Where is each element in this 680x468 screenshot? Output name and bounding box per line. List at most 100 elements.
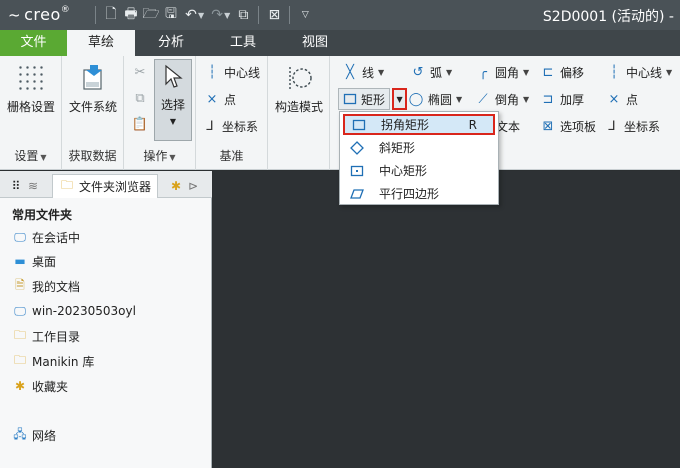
tab-file[interactable]: 文件 (0, 30, 67, 56)
folder-in-session[interactable]: 🖵 在会话中 (12, 227, 80, 247)
redo-dropdown-icon[interactable]: ▼ (224, 11, 230, 20)
folder-network[interactable]: 🖧 网络 (12, 425, 56, 445)
print-icon[interactable]: 🖶 (121, 5, 141, 25)
ellipse-button[interactable]: ◯ 椭圆 ▼ (408, 89, 462, 109)
folder-my-documents[interactable]: 🗎 我的文档 (12, 276, 80, 296)
chevron-down-icon: ▼ (378, 67, 385, 77)
chevron-down-icon: ▼ (446, 67, 453, 77)
datum-centerline-button[interactable]: ┆ 中心线 (204, 62, 260, 82)
menu-item-corner-rectangle[interactable]: 拐角矩形 R (343, 114, 495, 135)
folder-working-directory[interactable]: 🗀 工作目录 (12, 326, 80, 346)
tab-analysis[interactable]: 分析 (135, 30, 207, 56)
app-logo: ~ creo® (8, 5, 71, 24)
paste-icon[interactable]: 📋 (132, 114, 152, 134)
chevron-down-icon: ▼ (40, 153, 47, 162)
monitor-icon: 🖵 (14, 229, 26, 244)
chevron-down-icon: ▼ (396, 94, 403, 104)
folder-desktop[interactable]: ▬ 桌面 (12, 251, 56, 271)
regenerate-icon[interactable]: ⧉ (233, 5, 253, 25)
datum-coord-sys-button[interactable]: ⅃ 坐标系 (202, 116, 258, 136)
group-setup: 栅格设置 设置 ▼ (0, 56, 62, 170)
desktop-icon: ▬ (14, 254, 26, 268)
arc-icon: ↺ (412, 64, 424, 80)
rectangle-split-button: 矩形 ▼ (338, 88, 408, 110)
tab-favorites[interactable]: ✱ ⊳ (168, 174, 198, 198)
cursor-arrow-icon (165, 64, 183, 88)
file-system-icon (83, 65, 102, 90)
file-system-button[interactable]: 文件系统 (65, 62, 121, 115)
creo-swirl-icon: ~ (8, 6, 22, 24)
copy-icon[interactable]: ⧉ (132, 88, 152, 108)
customize-toolbar-icon[interactable]: ▽ (295, 5, 315, 25)
title-bar: ~ creo® 🗋 🖶 🗁 🖫 ↶ ▼ ↷ ▼ ⧉ ⊠ ▽ S2D0001 (活动的)… (0, 0, 680, 30)
thicken-button[interactable]: ⊐ 加厚 (540, 89, 584, 109)
tab-folder-browser[interactable]: 🗀 文件夹浏览器 (52, 174, 159, 198)
close-window-icon[interactable]: ⊠ (264, 5, 284, 25)
menu-item-parallelogram[interactable]: 平行四边形 (343, 183, 495, 204)
tab-sketch[interactable]: 草绘 (67, 30, 135, 56)
centerline-icon: ┆ (610, 64, 618, 80)
tab-view[interactable]: 视图 (279, 30, 351, 56)
rectangle-button[interactable]: 矩形 (338, 88, 391, 110)
palette-button[interactable]: ⊠ 选项板 (540, 116, 596, 136)
coord-sys-icon: ⅃ (608, 118, 616, 134)
shortcut-key: R (468, 117, 477, 132)
open-folder-icon[interactable]: 🗁 (141, 5, 161, 25)
sketch-point-button[interactable]: × 点 (606, 89, 638, 109)
sketch-centerline-button[interactable]: ┆ 中心线 ▼ (606, 62, 672, 82)
chamfer-icon: ⟋ (478, 91, 488, 107)
folder-manikin-library[interactable]: 🗀 Manikin 库 (12, 351, 94, 371)
group-label-get-data: 获取数据 (68, 149, 117, 163)
rectangle-dropdown-menu: 拐角矩形 R 斜矩形 中心矩形 平行四边形 (339, 111, 499, 205)
folder-browser-icon: 🗀 (60, 178, 73, 192)
folder-favorites[interactable]: ✱ 收藏夹 (12, 376, 68, 396)
line-icon: ╳ (346, 64, 354, 80)
sketch-coord-sys-button[interactable]: ⅃ 坐标系 (604, 116, 660, 136)
navigator-tabs: ⠿ ≋ 🗀 文件夹浏览器 ✱ ⊳ (0, 171, 212, 198)
group-get-data: 文件系统 获取数据 (62, 56, 124, 170)
network-icon: 🖧 (13, 426, 27, 441)
new-file-icon[interactable]: 🗋 (101, 5, 121, 25)
grid-settings-button[interactable]: 栅格设置 (5, 64, 57, 115)
offset-icon: ⊏ (542, 64, 554, 80)
centerline-icon: ┆ (208, 64, 216, 80)
group-label-operations[interactable]: 操作 ▼ (124, 147, 195, 164)
group-datum: ┆ 中心线 × 点 ⅃ 坐标系 基准 (196, 56, 268, 170)
arc-button[interactable]: ↺ 弧 ▼ (410, 62, 453, 82)
thicken-icon: ⊐ (542, 91, 554, 107)
fillet-icon: ╭ (479, 64, 487, 80)
cut-icon[interactable]: ✂ (132, 62, 152, 82)
text-button[interactable]: 文本 (496, 116, 520, 136)
chamfer-button[interactable]: ⟋ 倒角 ▼ (475, 89, 529, 109)
folder-computer[interactable]: 🖵 win-20230503oyl (12, 301, 136, 321)
construction-mode-button[interactable]: 构造模式 (271, 64, 327, 115)
ribbon-tabs: 文件 草绘 分析 工具 视图 (0, 30, 680, 56)
palette-icon: ⊠ (542, 118, 554, 134)
menu-item-center-rectangle[interactable]: 中心矩形 (343, 160, 495, 181)
chevron-down-icon: ▼ (666, 67, 673, 77)
offset-button[interactable]: ⊏ 偏移 (540, 62, 584, 82)
center-rectangle-icon (349, 163, 365, 179)
point-icon: × (608, 91, 620, 107)
select-button[interactable]: 选择 ▼ (154, 59, 192, 141)
undo-dropdown-icon[interactable]: ▼ (198, 11, 204, 20)
datum-point-button[interactable]: × 点 (204, 89, 236, 109)
document-title: S2D0001 (活动的) - (542, 9, 674, 25)
line-button[interactable]: ╳ 线 ▼ (342, 62, 384, 82)
graphics-area[interactable] (213, 171, 680, 468)
fillet-button[interactable]: ╭ 圆角 ▼ (475, 62, 529, 82)
folder-browser-panel: 常用文件夹 🖵 在会话中 ▬ 桌面 🗎 我的文档 🖵 win-20230503oyl 🗀… (0, 198, 212, 468)
group-label-setup[interactable]: 设置 ▼ (0, 147, 61, 164)
menu-item-slanted-rectangle[interactable]: 斜矩形 (343, 137, 495, 158)
group-label-datum: 基准 (219, 149, 244, 163)
tab-model-tree[interactable]: ⠿ ≋ (8, 174, 38, 198)
rectangle-dropdown-arrow[interactable]: ▼ (392, 88, 408, 110)
tab-tools[interactable]: 工具 (207, 30, 279, 56)
model-tree-icon: ⠿ (11, 179, 21, 193)
save-icon[interactable]: 🖫 (161, 5, 181, 25)
slanted-rectangle-icon (349, 140, 365, 156)
point-icon: × (206, 91, 218, 107)
group-construction: 构造模式 (268, 56, 330, 170)
ellipse-icon: ◯ (408, 91, 424, 107)
chevron-down-icon: ▼ (169, 117, 177, 126)
